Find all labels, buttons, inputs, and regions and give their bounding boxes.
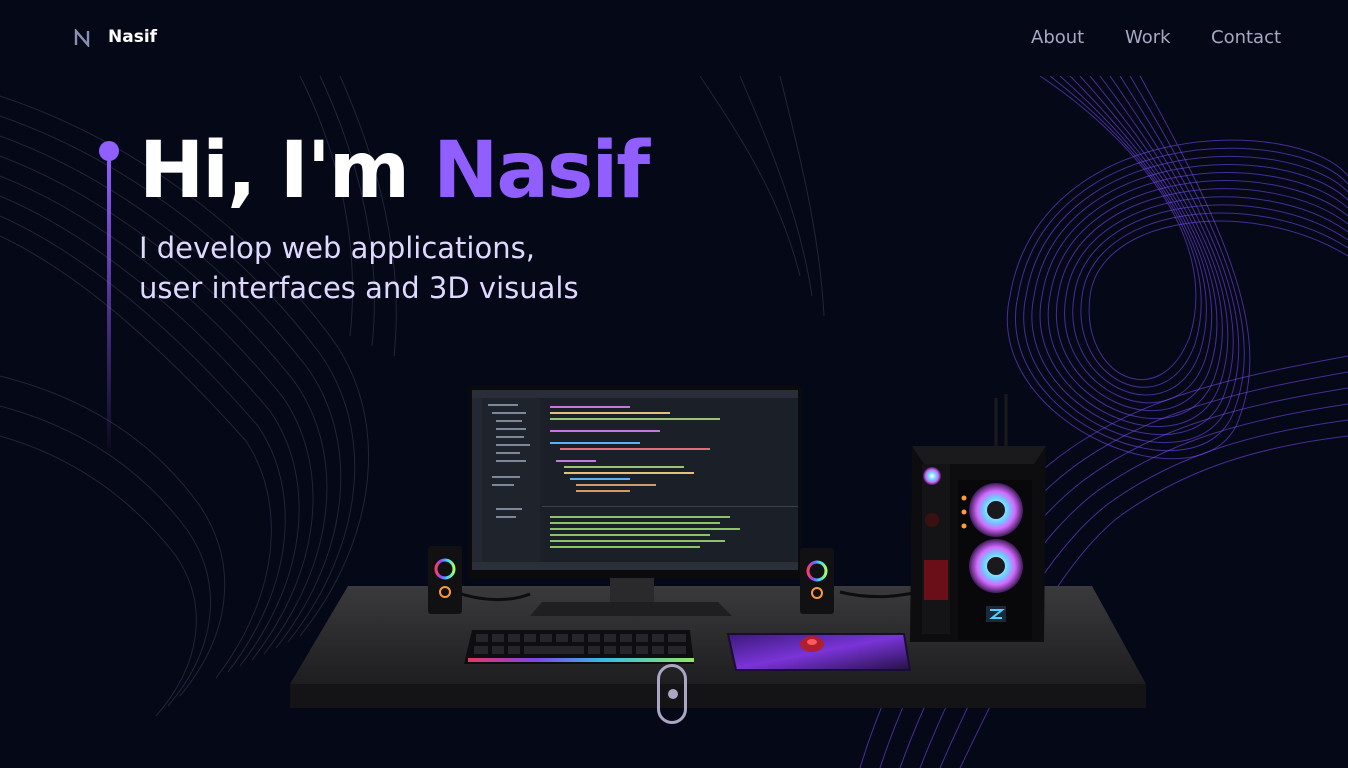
scroll-down-indicator[interactable] <box>657 664 687 724</box>
hero-greeting: Hi, I'm <box>139 126 434 216</box>
hero-name: Nasif <box>433 126 650 216</box>
hero-title: Hi, I'm Nasif <box>139 126 650 216</box>
nav-link-about[interactable]: About <box>1031 27 1084 48</box>
nav-link-contact[interactable]: Contact <box>1211 27 1281 48</box>
hero-accent-line <box>107 158 111 458</box>
hero-subtitle: I develop web applications, user interfac… <box>139 228 579 308</box>
navbar: Nasif About Work Contact <box>0 0 1348 76</box>
n-logo-icon[interactable] <box>74 29 92 47</box>
nav-link-work[interactable]: Work <box>1125 27 1171 48</box>
desk-setup-3d-scene[interactable] <box>280 380 1160 720</box>
mouse-scroll-icon <box>668 689 678 699</box>
hero-subtitle-line-2: user interfaces and 3D visuals <box>139 271 579 305</box>
hero-subtitle-line-1: I develop web applications, <box>139 231 535 265</box>
brand-name[interactable]: Nasif <box>108 27 157 47</box>
